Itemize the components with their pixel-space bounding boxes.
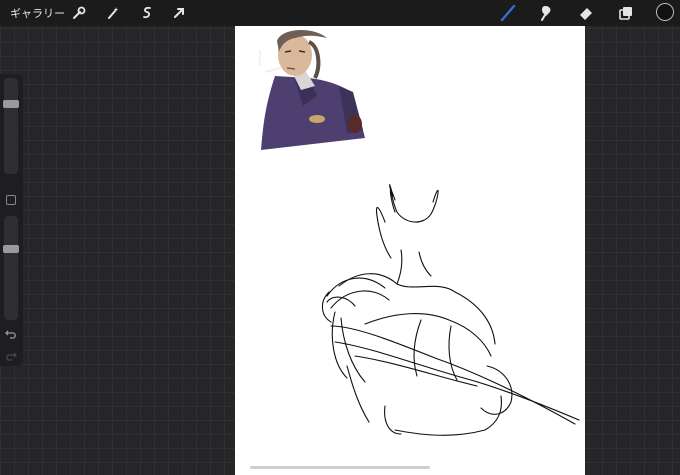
selection-icon[interactable] [137,3,157,23]
artwork [258,30,580,436]
undo-icon[interactable] [4,326,18,340]
size-slider-thumb[interactable] [3,100,19,108]
size-slider[interactable] [3,78,19,174]
smudge-icon[interactable] [536,3,556,23]
horizontal-scroll-indicator[interactable] [250,466,430,469]
layers-icon[interactable] [615,3,635,23]
opacity-slider[interactable] [3,216,19,320]
left-sidebar [0,74,23,366]
gallery-button[interactable]: ギャラリー [10,5,65,21]
brush-icon[interactable] [498,3,518,23]
drawing-canvas[interactable] [235,26,585,475]
colored-portrait-illustration [258,30,365,150]
eraser-icon[interactable] [576,3,596,23]
magic-wand-icon[interactable] [103,3,123,23]
color-picker-swatch[interactable] [656,3,674,21]
redo-icon[interactable] [4,348,18,362]
opacity-slider-thumb[interactable] [3,245,19,253]
modify-square[interactable] [6,195,16,205]
transform-arrow-icon[interactable] [169,3,189,23]
wrench-icon[interactable] [69,3,89,23]
top-toolbar: ギャラリー [0,0,680,26]
sketch-figure [321,184,580,436]
